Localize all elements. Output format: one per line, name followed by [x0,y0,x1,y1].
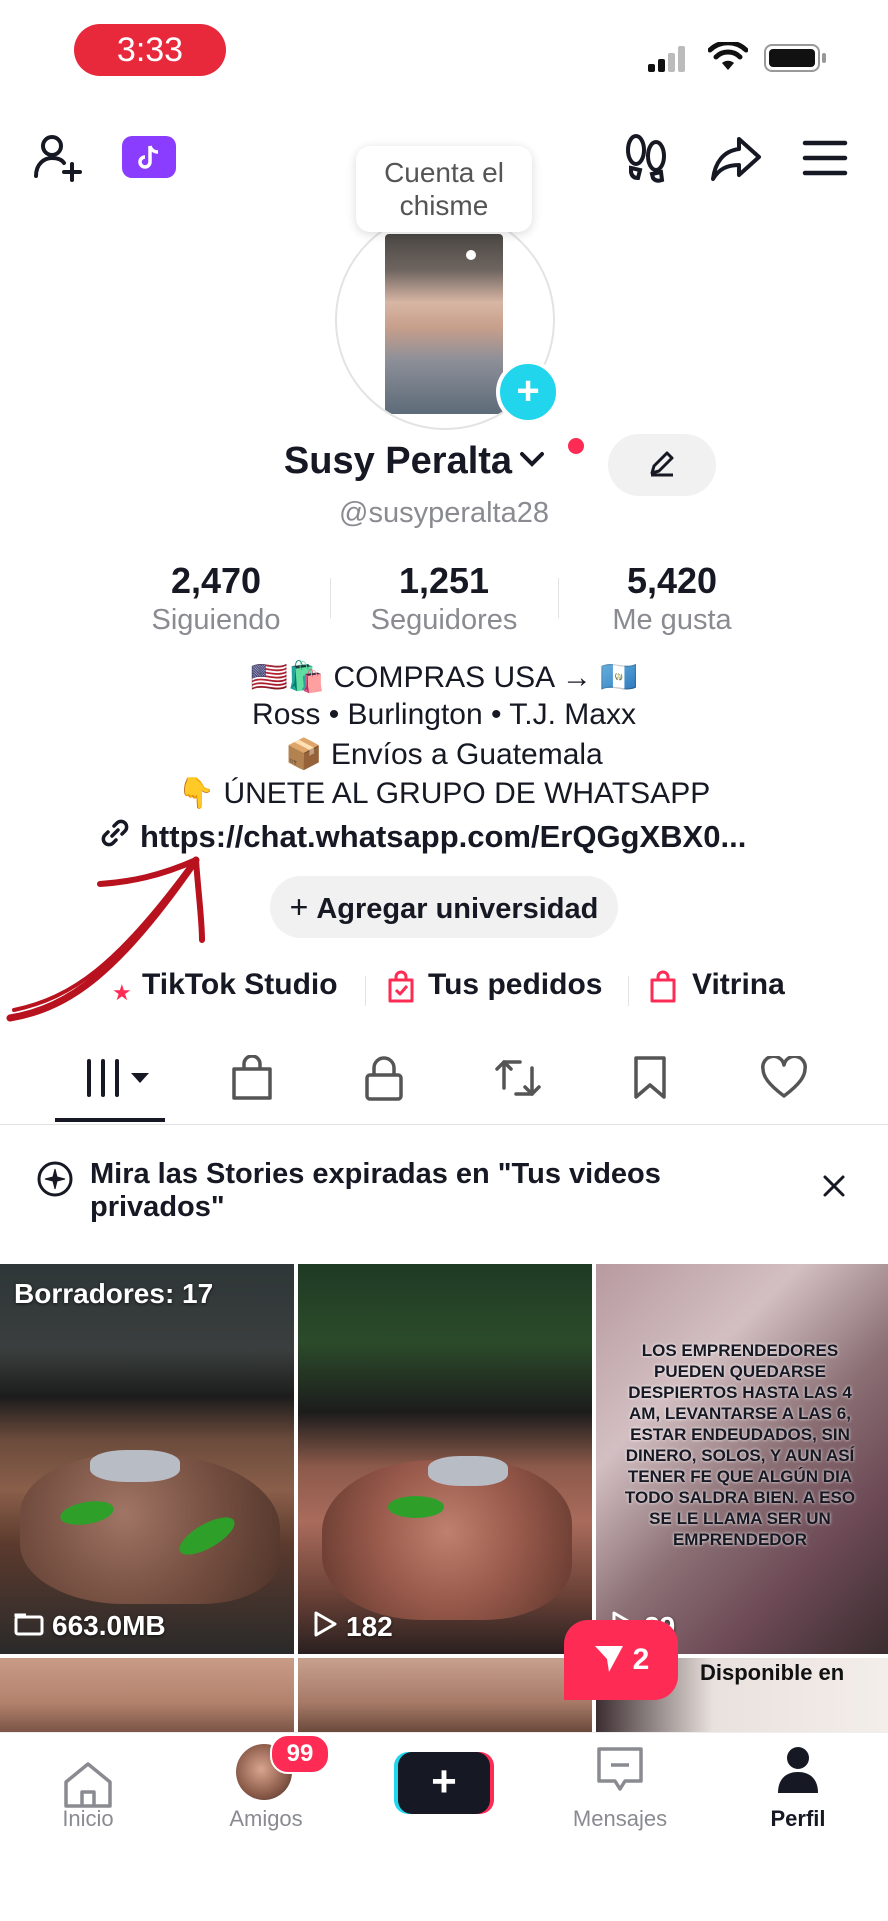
tabs-border [0,1124,888,1125]
tab-liked[interactable] [756,1054,812,1106]
close-icon[interactable] [814,1166,854,1206]
tab-shop[interactable] [224,1053,280,1106]
repost-icon [494,1056,542,1105]
video-views: 182 [312,1610,393,1643]
orders-icon [386,970,416,1009]
following-label: Siguiendo [151,604,281,636]
stats-divider [558,578,559,618]
tooltip-dot [466,250,476,260]
footprints-icon[interactable] [620,130,672,186]
likes-label: Me gusta [612,604,732,636]
drafts-size-text: 663.0MB [52,1610,166,1641]
share-float-button[interactable]: 2 [564,1620,678,1700]
drafts-label: Borradores: 17 [14,1278,214,1309]
nav-profile-label: Perfil [770,1806,826,1831]
nav-inbox[interactable] [560,1744,680,1800]
tab-reposts[interactable] [490,1054,546,1106]
video-cell[interactable] [0,1658,294,1732]
foil [428,1456,508,1486]
video-overlay-text: LOS EMPRENDEDORES PUEDEN QUEDARSE DESPIE… [624,1341,856,1549]
shop-bag-icon [648,970,678,1009]
foil [90,1450,180,1482]
annotation-arrow [0,850,220,1035]
tiktok-studio-link[interactable]: TikTok Studio [142,968,338,1002]
play-icon [312,1610,338,1643]
bio-link-text: https://chat.whatsapp.com/ErQGgXBX0... [140,819,747,854]
avatar-photo [385,234,503,414]
video-cell[interactable]: LOS EMPRENDEDORES PUEDEN QUEDARSE DESPIE… [596,1264,888,1654]
menu-icon[interactable] [800,134,850,182]
add-friend-icon[interactable] [28,128,88,188]
nav-inbox-label: Mensajes [572,1806,668,1831]
add-university-label: Agregar universidad [316,893,599,925]
tab-saved[interactable] [622,1054,678,1106]
bio-line: 📦 Envíos a Guatemala [285,738,603,771]
tab-private[interactable] [356,1054,412,1106]
edit-profile-button[interactable] [608,434,716,496]
profile-name-row[interactable]: Susy Peralta [250,440,580,483]
nav-profile[interactable] [738,1744,858,1800]
plus-icon: + [289,889,309,925]
cellular-signal-icon [648,46,688,72]
expired-stories-notice[interactable]: Mira las Stories expiradas en "Tus video… [90,1158,790,1224]
jalapeno [388,1496,444,1518]
add-story-button[interactable]: + [496,360,560,424]
orders-link[interactable]: Tus pedidos [428,968,602,1002]
bio-line: 👇 ÚNETE AL GRUPO DE WHATSAPP [177,777,711,810]
nav-home-label: Inicio [62,1806,114,1831]
grid-columns-icon [79,1057,151,1104]
bag-icon [230,1053,274,1106]
tiktok-logo-icon[interactable] [122,136,176,178]
tab-videos[interactable] [70,1056,160,1104]
pencil-icon [646,447,678,484]
add-university-button[interactable]: + Agregar universidad [270,876,618,938]
bio-line: Ross • Burlington • T.J. Maxx [252,698,636,731]
followers-count[interactable]: 1,251 [334,560,554,602]
likes-count[interactable]: 5,420 [562,560,782,602]
bio-line: 🇺🇸🛍️ COMPRAS USA → 🇬🇹 [250,661,638,694]
lock-icon [364,1055,404,1106]
quick-links-divider [365,976,366,1006]
battery-icon [764,44,828,77]
available-text: Disponible en [700,1660,845,1685]
followers-label: Seguidores [370,604,518,636]
wifi-icon [707,40,749,77]
share-icon[interactable] [708,130,764,186]
showcase-link[interactable]: Vitrina [692,968,785,1002]
video-cell[interactable] [298,1658,592,1732]
send-icon [593,1642,625,1679]
chevron-down-icon [518,449,546,474]
plus-icon: + [398,1752,490,1814]
share-count: 2 [632,1643,650,1676]
friends-badge: 99 [270,1734,330,1774]
video-cell[interactable]: 182 [298,1264,592,1654]
folder-icon [14,1612,44,1641]
video-cell-drafts[interactable]: Borradores: 17 663.0MB [0,1264,294,1654]
bookmark-icon [632,1055,668,1106]
status-time: 3:33 [74,24,226,76]
quick-links-divider [628,976,629,1006]
stories-sparkle-icon [36,1160,74,1203]
nav-friends-label: Amigos [229,1806,303,1831]
create-button[interactable]: + [394,1752,494,1814]
following-count[interactable]: 2,470 [106,560,326,602]
drafts-size: 663.0MB [14,1610,166,1642]
story-tooltip[interactable]: Cuenta el chisme [356,146,532,232]
star-icon: ★ [112,980,132,1005]
profile-name: Susy Peralta [283,440,513,482]
video-views-text: 182 [346,1610,393,1642]
message-icon [595,1745,645,1800]
active-tab-indicator [55,1118,165,1122]
stats-divider [330,578,331,618]
heart-icon [760,1054,808,1105]
notification-dot [568,438,584,454]
profile-handle: @susyperalta28 [339,497,549,529]
person-icon [776,1745,820,1800]
